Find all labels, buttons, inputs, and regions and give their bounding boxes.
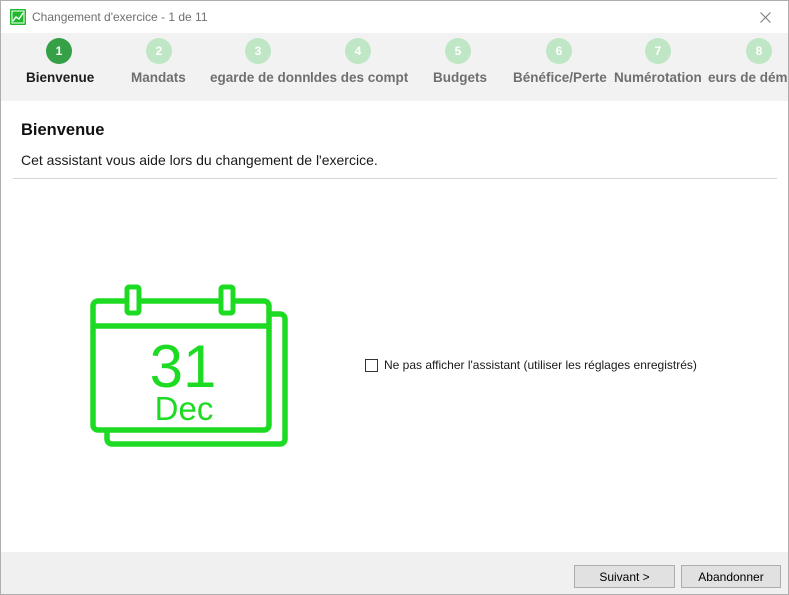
step-4-label: ldes des compt [310,70,409,85]
step-6-label: Bénéfice/Perte [513,70,607,85]
step-5-label: Budgets [433,70,487,85]
step-2[interactable]: 2 Mandats [118,33,208,101]
step-5[interactable]: 5 Budgets [410,33,510,101]
step-8-label: eurs de dém [708,70,788,85]
step-5-number: 5 [445,38,471,64]
title-bar: Changement d'exercice - 1 de 11 [1,1,788,33]
hide-assistant-label[interactable]: Ne pas afficher l'assistant (utiliser le… [384,358,697,372]
window-title: Changement d'exercice - 1 de 11 [32,10,208,24]
step-4[interactable]: 4 ldes des compt [310,33,410,101]
step-1-label: Bienvenue [26,70,95,85]
wizard-steps-bar: 1 Bienvenue 2 Mandats 3 egarde de donnée… [1,33,788,101]
close-button[interactable] [742,1,788,33]
step-7[interactable]: 7 Numérotation [610,33,706,101]
step-3-label: egarde de donnée [210,70,310,85]
page-description: Cet assistant vous aide lors du changeme… [21,152,378,168]
step-3[interactable]: 3 egarde de donnée [208,33,310,101]
hide-assistant-checkbox[interactable] [365,358,378,372]
calendar-icon: 31 Dec [90,284,288,447]
step-2-number: 2 [146,38,172,64]
step-7-number: 7 [645,38,671,64]
header-divider [13,178,777,179]
step-6-number: 6 [546,38,572,64]
step-8-number: 8 [746,38,772,64]
page-title: Bienvenue [21,121,105,139]
app-chart-icon [10,9,26,25]
footer-bar: Suivant > Abandonner [1,552,788,594]
step-2-label: Mandats [131,70,186,85]
step-4-number: 4 [345,38,371,64]
cancel-button[interactable]: Abandonner [681,565,781,588]
close-icon [759,11,771,23]
step-1[interactable]: 1 Bienvenue [1,33,118,101]
calendar-month: Dec [155,390,214,427]
step-6[interactable]: 6 Bénéfice/Perte [510,33,610,101]
next-button[interactable]: Suivant > [574,565,675,588]
step-7-label: Numérotation [614,70,702,85]
step-8[interactable]: 8 eurs de dém [706,33,788,101]
step-1-number: 1 [46,38,72,64]
hide-assistant-option[interactable]: Ne pas afficher l'assistant (utiliser le… [365,358,697,372]
wizard-window: Changement d'exercice - 1 de 11 1 Bienve… [0,0,789,595]
step-3-number: 3 [245,38,271,64]
